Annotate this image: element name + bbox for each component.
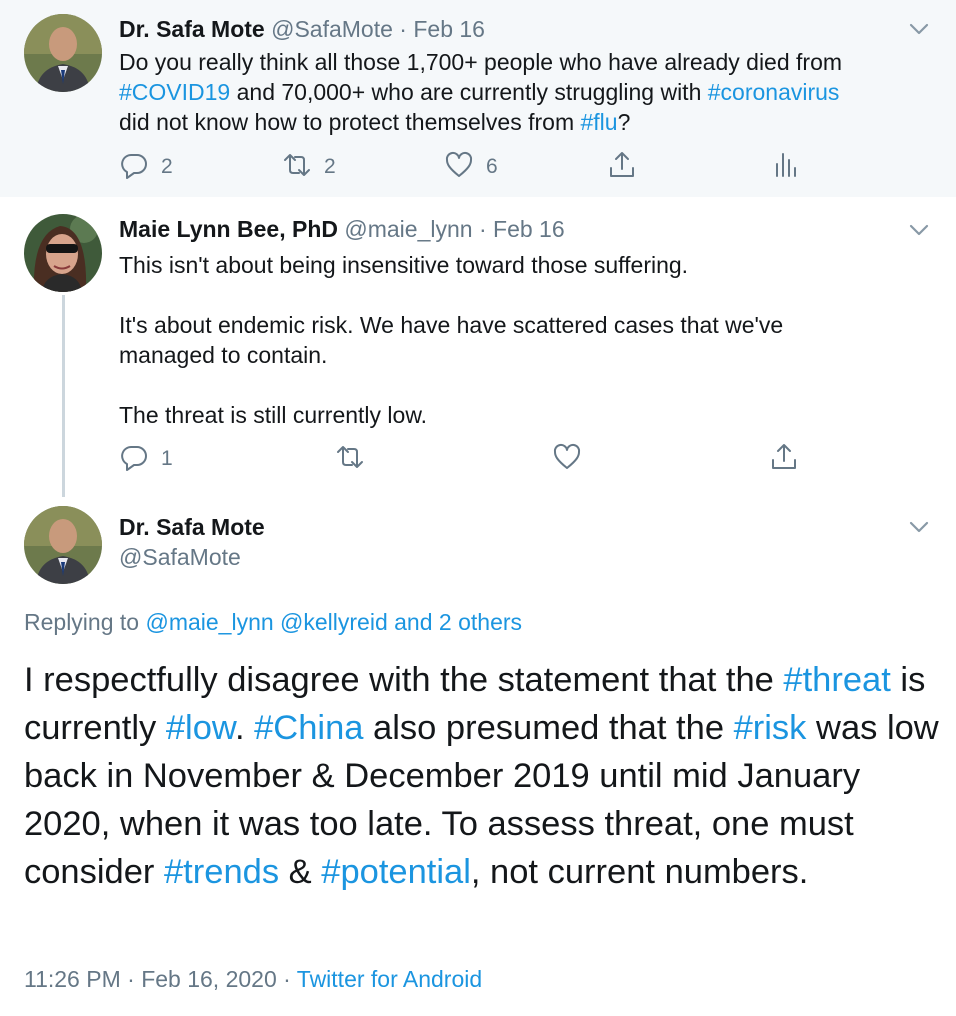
tweet-2[interactable]: Maie Lynn Bee, PhD @maie_lynn · Feb 16 T… [0,197,956,497]
retweet-icon [282,150,312,185]
share-icon [607,150,637,185]
chevron-down-icon[interactable] [906,217,932,243]
tweet-full-date[interactable]: Feb 16, 2020 [141,966,277,992]
reply-count: 1 [161,447,173,470]
text-segment: ? [617,109,631,135]
share-button[interactable] [607,150,637,184]
avatar-safa-mote[interactable] [24,506,102,584]
paragraph: It's about endemic risk. We have have sc… [119,312,784,368]
author-handle[interactable]: @SafaMote [119,544,241,571]
tweet-1[interactable]: Dr. Safa Mote @SafaMote · Feb 16 Do you … [0,0,956,197]
thread-line [62,295,65,497]
like-button[interactable]: 6 [444,150,498,184]
tweet-3-focused: Dr. Safa Mote @SafaMote Replying to @mai… [0,497,956,1016]
hashtag-risk[interactable]: #risk [734,709,807,747]
share-button[interactable] [769,442,799,476]
analytics-icon [770,150,800,185]
tweet-date[interactable]: Feb 16 [413,16,485,42]
tweet-1-header: Dr. Safa Mote @SafaMote · Feb 16 [119,14,485,44]
reply-button[interactable]: 1 [119,442,173,476]
paragraph: This isn't about being insensitive towar… [119,252,689,278]
replying-users-link[interactable]: @maie_lynn @kellyreid and 2 others [145,609,522,635]
chevron-down-icon[interactable] [906,514,932,540]
author-handle[interactable]: @SafaMote [271,16,393,42]
like-count: 6 [486,155,498,178]
avatar-safa-mote[interactable] [24,14,102,92]
text-segment: & [279,853,322,891]
paragraph: The threat is still currently low. [119,402,428,428]
author-name[interactable]: Maie Lynn Bee, PhD [119,216,338,242]
hashtag-potential[interactable]: #potential [321,853,471,891]
author-handle[interactable]: @maie_lynn [344,216,472,242]
separator: · [478,216,487,242]
hashtag-flu[interactable]: #flu [581,109,618,135]
tweet-time[interactable]: 11:26 PM [24,966,121,992]
reply-button[interactable]: 2 [119,150,173,184]
tweet-date[interactable]: Feb 16 [493,216,565,242]
share-icon [769,442,799,477]
text-segment: and 70,000+ who are currently struggling… [230,79,708,105]
tweet-1-actions: 2 2 6 [119,150,819,184]
hashtag-trends[interactable]: #trends [164,853,279,891]
avatar-maie-lynn[interactable] [24,214,102,292]
chevron-down-icon[interactable] [906,16,932,42]
author-name[interactable]: Dr. Safa Mote [119,16,265,42]
text-segment: did not know how to protect themselves f… [119,109,581,135]
retweet-button[interactable]: 2 [282,150,336,184]
replying-to: Replying to @maie_lynn @kellyreid and 2 … [24,609,522,636]
analytics-button[interactable] [770,150,800,184]
tweet-1-text: Do you really think all those 1,700+ peo… [119,47,939,137]
tweet-3-text: I respectfully disagree with the stateme… [24,656,939,896]
hashtag-coronavirus[interactable]: #coronavirus [708,79,840,105]
reply-icon [119,442,149,477]
like-icon [552,442,582,477]
retweet-count: 2 [324,155,336,178]
replying-prefix: Replying to [24,609,146,635]
tweet-source-link[interactable]: Twitter for Android [297,966,482,992]
tweet-2-text: This isn't about being insensitive towar… [119,250,879,430]
retweet-button[interactable] [335,442,365,476]
text-segment: I respectfully disagree with the stateme… [24,661,784,699]
author-name[interactable]: Dr. Safa Mote [119,514,265,541]
hashtag-threat[interactable]: #threat [783,661,890,699]
like-icon [444,150,474,185]
hashtag-low[interactable]: #low [166,709,235,747]
text-segment: . [234,709,255,747]
tweet-2-actions: 1 [119,442,819,476]
reply-count: 2 [161,155,173,178]
hashtag-covid19[interactable]: #COVID19 [119,79,230,105]
tweet-metadata: 11:26 PM · Feb 16, 2020 · Twitter for An… [24,966,482,993]
tweet-2-header: Maie Lynn Bee, PhD @maie_lynn · Feb 16 [119,214,565,244]
reply-icon [119,150,149,185]
separator: · [276,966,297,992]
separator: · [399,16,407,42]
hashtag-china[interactable]: #China [254,709,363,747]
retweet-icon [335,442,365,477]
text-segment: Do you really think all those 1,700+ peo… [119,49,843,75]
text-segment: also presumed that the [363,709,734,747]
separator: · [120,966,142,992]
text-segment: , not current numbers. [470,853,809,891]
like-button[interactable] [552,442,582,476]
